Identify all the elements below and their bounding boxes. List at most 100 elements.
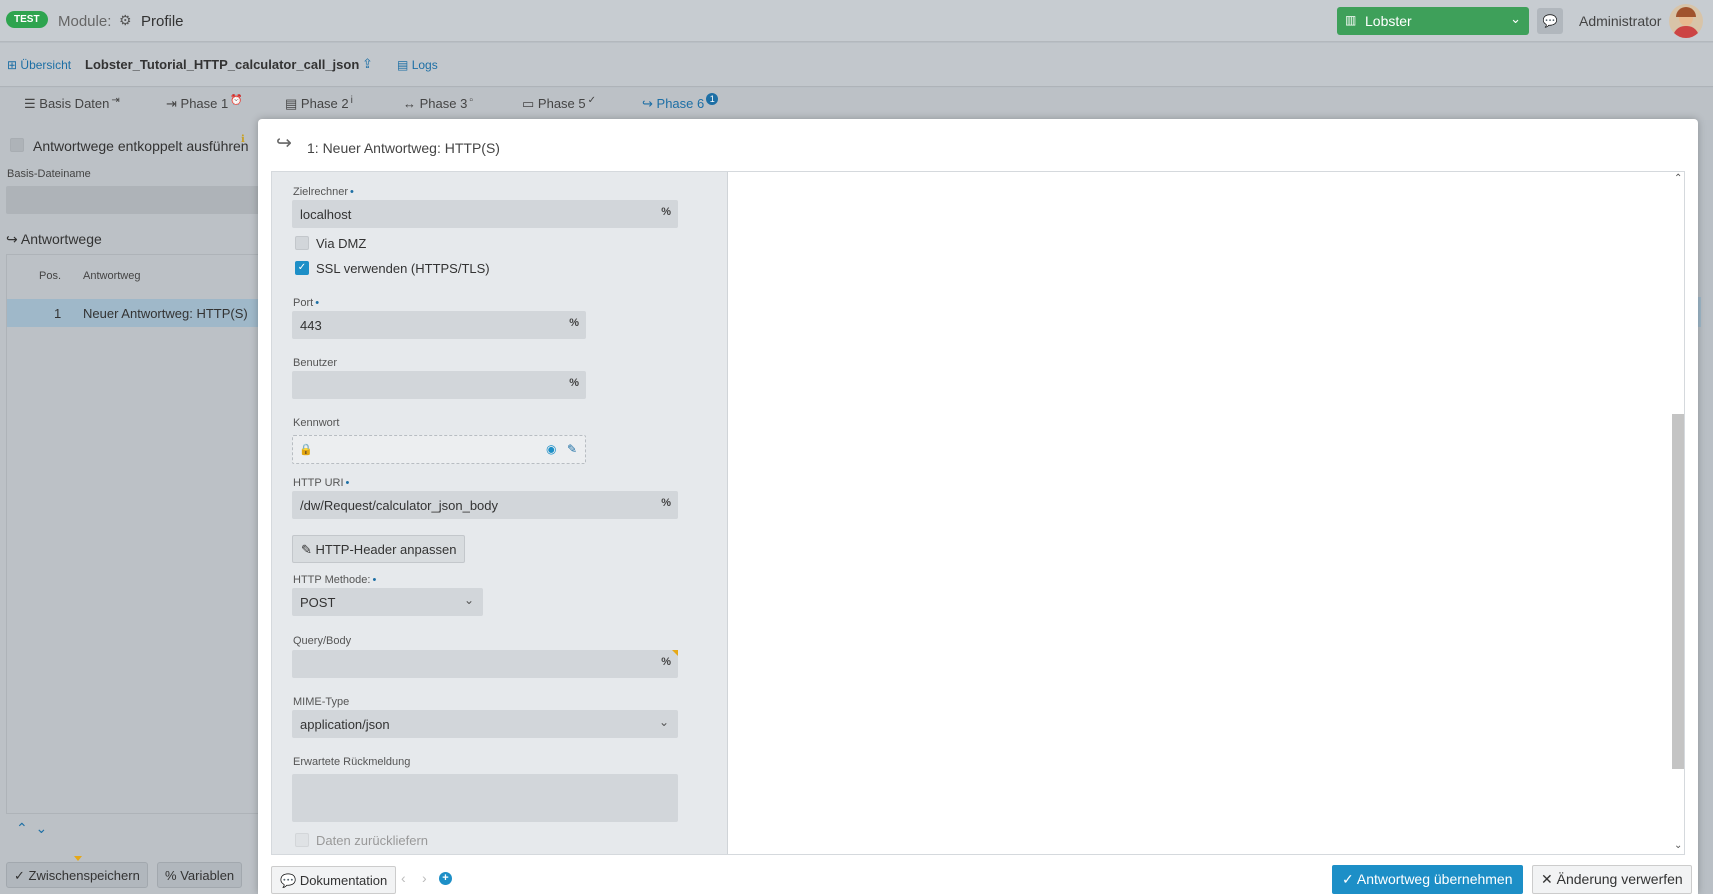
check-icon: ✓ <box>1342 871 1354 887</box>
user-name[interactable]: Administrator <box>1579 13 1661 29</box>
tab-phase-5[interactable]: ▭ Phase 5 ✓ <box>522 95 596 112</box>
via-dmz-checkbox[interactable] <box>295 236 309 250</box>
move-arrows[interactable]: ⌃ ⌄ <box>16 820 47 837</box>
eye-icon[interactable]: ◉ <box>546 442 556 456</box>
share-icon: ↪ <box>6 231 18 247</box>
tab-phase-3[interactable]: ↔ Phase 3 ▫ <box>403 95 473 111</box>
chevron-up-icon[interactable]: ⌃ <box>16 820 28 836</box>
variables-button[interactable]: % Variablen <box>157 862 243 888</box>
expected-response-label: Erwartete Rückmeldung <box>293 756 411 768</box>
sign-in-icon: ⇥ <box>111 95 120 106</box>
plus-circle-icon[interactable]: + <box>439 872 452 885</box>
save-temp-button[interactable]: ✓ Zwischenspeichern <box>6 862 148 888</box>
row-pos: 1 <box>54 306 62 321</box>
percent-icon[interactable]: % <box>569 317 579 329</box>
share-icon: ↪ <box>642 96 653 111</box>
antwortwege-heading: ↪ Antwortwege <box>6 231 102 247</box>
phase-6-badge: 1 <box>706 93 719 105</box>
server-icon: ▭ <box>522 96 535 111</box>
overview-link[interactable]: ⊞ Übersicht <box>7 58 71 72</box>
chevron-left-icon[interactable]: ‹ <box>401 870 406 886</box>
column-header-antwortweg[interactable]: Antwortweg <box>83 270 140 282</box>
scroll-down-icon[interactable]: ⌄ <box>1674 840 1682 851</box>
ssl-label: SSL verwenden (HTTPS/TLS) <box>316 261 490 276</box>
http-method-label: HTTP Methode: • <box>293 574 377 586</box>
chat-button[interactable]: 💬 <box>1537 8 1563 34</box>
dialog-title: 1: Neuer Antwortweg: HTTP(S) <box>307 140 500 156</box>
http-uri-label: HTTP URI • <box>293 477 350 489</box>
percent-icon: % <box>165 868 177 883</box>
lock-icon: 🔒 <box>299 444 313 456</box>
percent-icon[interactable]: % <box>569 377 579 389</box>
tab-phase-6[interactable]: ↪ Phase 61 <box>642 93 719 112</box>
column-header-pos[interactable]: Pos. <box>39 270 61 282</box>
pencil-icon: ✎ <box>301 542 312 557</box>
chevron-down-icon[interactable]: ⌄ <box>36 820 48 836</box>
port-label: Port • <box>293 297 320 309</box>
benutzer-input[interactable]: % <box>292 371 586 399</box>
export-icon[interactable]: ⇪ <box>362 56 373 72</box>
benutzer-label: Benutzer <box>293 357 338 369</box>
return-data-label: Daten zurückliefern <box>316 833 428 848</box>
antwortweg-dialog: ↪ 1: Neuer Antwortweg: HTTP(S) Zielrechn… <box>258 119 1698 894</box>
return-data-checkbox[interactable] <box>295 833 309 847</box>
profile-name: Lobster_Tutorial_HTTP_calculator_call_js… <box>85 57 360 72</box>
instance-select[interactable]: ▥ Lobster ⌄ <box>1337 7 1529 35</box>
query-body-label: Query/Body <box>293 635 352 647</box>
instance-select-value: Lobster <box>1365 13 1412 29</box>
basis-dateiname-label: Basis-Dateiname <box>7 168 91 180</box>
dialog-header: ↪ 1: Neuer Antwortweg: HTTP(S) <box>258 119 1698 167</box>
tab-phase-1[interactable]: ⇥ Phase 1 ⏰ <box>166 95 243 112</box>
http-method-select[interactable]: POST ⌄ <box>292 588 483 616</box>
tab-phase-2[interactable]: ▤ Phase 2i <box>285 95 353 112</box>
file-icon: ▤ <box>285 96 298 111</box>
ssl-checkbox[interactable]: ✓ <box>295 261 309 275</box>
decoupled-checkbox[interactable] <box>10 138 24 152</box>
chevron-down-icon: ⌄ <box>1510 11 1521 26</box>
mime-type-label: MIME-Type <box>293 696 350 708</box>
basis-dateiname-input[interactable] <box>6 186 260 214</box>
apply-button[interactable]: ✓ Antwortweg übernehmen <box>1332 865 1523 894</box>
phase-tabs: ☰ Basis Daten ⇥ ⇥ Phase 1 ⏰ ▤ Phase 2i ↔ P… <box>0 88 1713 120</box>
share-icon: ↪ <box>276 133 292 154</box>
mime-type-select[interactable]: application/json ⌄ <box>292 710 678 738</box>
info-icon: i <box>350 95 353 106</box>
http-uri-input[interactable]: /dw/Request/calculator_json_body % <box>292 491 678 519</box>
dialog-footer: 💬 Dokumentation ‹ › + ✓ Antwortweg übern… <box>258 856 1698 894</box>
chevron-down-icon: ⌄ <box>658 715 669 729</box>
percent-icon[interactable]: % <box>661 206 671 218</box>
chevron-down-icon: ⌄ <box>463 593 474 607</box>
documentation-button[interactable]: 💬 Dokumentation <box>271 866 397 894</box>
scroll-up-icon[interactable]: ⌃ <box>1674 173 1682 184</box>
expected-response-textarea[interactable] <box>292 774 678 822</box>
via-dmz-label: Via DMZ <box>316 236 367 251</box>
profile-bar: ⊞ Übersicht Lobster_Tutorial_HTTP_calcul… <box>0 43 1713 87</box>
comment-icon: 💬 <box>280 873 297 888</box>
http-header-button[interactable]: ✎ HTTP-Header anpassen <box>292 535 466 563</box>
close-icon: ✕ <box>1541 871 1553 887</box>
tab-basis-daten[interactable]: ☰ Basis Daten ⇥ <box>24 95 120 112</box>
table-row[interactable]: 1 Neuer Antwortweg: HTTP(S) <box>7 299 261 327</box>
info-icon[interactable]: ℹ <box>241 134 245 145</box>
chevron-right-icon[interactable]: › <box>422 870 427 886</box>
arrows-h-icon: ↔ <box>403 96 416 111</box>
scrollbar-thumb[interactable] <box>1672 414 1684 769</box>
percent-icon[interactable]: % <box>661 497 671 509</box>
module-name[interactable]: Profile <box>141 13 184 30</box>
sitemap-icon: ⊞ <box>7 58 18 72</box>
warning-marker <box>74 856 82 861</box>
scrollbar[interactable]: ⌃ ⌄ <box>1672 172 1684 854</box>
kennwort-input[interactable]: 🔒 ◉ ✎ <box>292 435 586 464</box>
avatar[interactable] <box>1669 4 1703 38</box>
query-body-input[interactable]: % <box>292 650 678 678</box>
antwortwege-table: Pos. Antwortweg 1 Neuer Antwortweg: HTTP… <box>6 254 261 814</box>
pencil-icon[interactable]: ✎ <box>567 442 577 456</box>
port-input[interactable]: 443 % <box>292 311 586 339</box>
logs-link[interactable]: ▤ Logs <box>397 58 438 72</box>
discard-button[interactable]: ✕ Änderung verwerfen <box>1532 865 1692 894</box>
module-label: Module: <box>58 13 112 30</box>
percent-icon[interactable]: % <box>661 656 671 668</box>
row-name: Neuer Antwortweg: HTTP(S) <box>83 306 248 321</box>
chat-icon: 💬 <box>1542 14 1558 28</box>
zielrechner-input[interactable]: localhost % <box>292 200 678 228</box>
